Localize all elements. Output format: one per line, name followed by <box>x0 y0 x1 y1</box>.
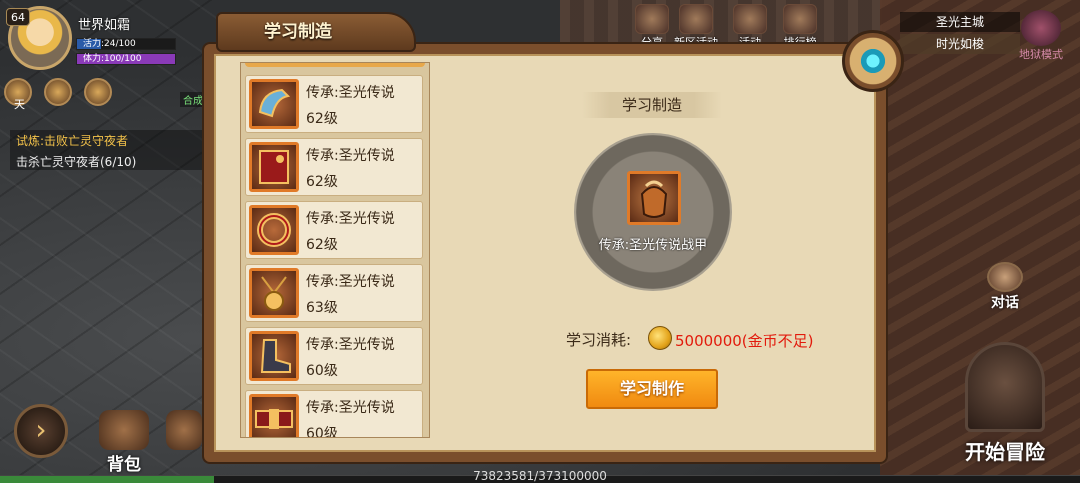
gate-icon <box>965 342 1045 432</box>
chevron-right-icon: › <box>35 413 47 446</box>
gem-icon[interactable] <box>84 78 112 106</box>
selected-item-name: 传承:圣光传说战甲 <box>598 238 708 253</box>
talk-label: 对话 <box>991 295 1019 311</box>
recipe-name: 传承:圣光传说 <box>306 337 395 353</box>
recipe-level: 60级 <box>306 363 338 379</box>
secondary-menu-button[interactable] <box>166 410 206 474</box>
vitality-text: 活力:24/100 <box>83 39 136 49</box>
quest-title: 试炼:击败亡灵守夜者 <box>16 134 129 148</box>
location-panel[interactable]: 圣光主城 时光如梭 <box>900 12 1020 56</box>
start-adventure-button[interactable]: 开始冒险 <box>950 342 1060 472</box>
recipe-list[interactable]: 传承:圣光传说 62级 传承:圣光传说 62级 传承:圣光传说 62级 传承:圣… <box>240 62 430 438</box>
detail-title: 学习制造 <box>582 92 722 118</box>
recipe-item[interactable]: 传承:圣光传说 62级 <box>245 201 423 259</box>
spellbook-icon <box>249 142 299 192</box>
hell-mode-button[interactable]: 地狱模式 <box>1012 10 1070 68</box>
share-icon <box>635 4 669 34</box>
location-sub: 时光如梭 <box>900 34 1020 54</box>
recipe-item[interactable]: 传承:圣光传说 62级 <box>245 138 423 196</box>
player-name: 世界如霜 <box>78 18 131 33</box>
recipe-item[interactable]: 传承:圣光传说 60级 <box>245 390 423 438</box>
activity-icon <box>733 4 767 34</box>
hud-tag: 天 <box>14 98 25 111</box>
recipe-name: 传承:圣光传说 <box>306 274 395 290</box>
recipe-item[interactable]: 传承:圣光传说 63级 <box>245 264 423 322</box>
player-level-badge: 64 <box>6 8 30 26</box>
recipe-level: 62级 <box>306 111 338 127</box>
recipe-level: 63级 <box>306 300 338 316</box>
recipe-level: 62级 <box>306 174 338 190</box>
ring-icon <box>249 205 299 255</box>
learn-craft-button[interactable]: 学习制作 <box>586 369 718 409</box>
recipe-name: 传承:圣光传说 <box>306 148 395 164</box>
vitality-bar: 活力:24/100 <box>76 38 176 50</box>
speech-bubble-icon <box>987 262 1023 292</box>
stamina-bar: 体力:100/100 <box>76 53 176 65</box>
start-adventure-label: 开始冒险 <box>965 440 1045 464</box>
recipe-name: 传承:圣光传说 <box>306 400 395 416</box>
boots-icon <box>249 331 299 381</box>
close-orb-button[interactable] <box>842 30 904 92</box>
cost-label: 学习消耗: <box>566 331 632 349</box>
city-name: 圣光主城 <box>900 12 1020 32</box>
experience-text: 73823581/373100000 <box>473 469 607 483</box>
roof-top <box>560 0 890 45</box>
recipe-item[interactable]: 传承:圣光传说 62级 <box>245 75 423 133</box>
list-scroll-top <box>245 63 425 67</box>
pet-icon[interactable] <box>44 78 72 106</box>
craft-tag: 合成 <box>180 92 206 107</box>
menu-item-icon <box>166 410 202 450</box>
cost-value: 5000000(金币不足) <box>675 332 814 350</box>
stamina-text: 体力:100/100 <box>83 54 142 64</box>
belt-icon <box>249 394 299 437</box>
recipe-item[interactable]: 传承:圣光传说 60级 <box>245 327 423 385</box>
backpack-icon <box>99 410 149 450</box>
armor-icon <box>627 171 681 225</box>
recipe-name: 传承:圣光传说 <box>306 211 395 227</box>
quest-progress: 击杀亡灵守夜者(6/10) <box>16 155 137 169</box>
demon-icon <box>1021 10 1061 46</box>
necklace-icon <box>249 268 299 318</box>
helmet-icon <box>249 79 299 129</box>
hell-mode-label: 地狱模式 <box>1019 48 1063 61</box>
quest-tracker[interactable]: 试炼:击败亡灵守夜者 击杀亡灵守夜者(6/10) <box>10 130 210 170</box>
leaderboard-icon <box>783 4 817 34</box>
bag-button[interactable]: 背包 <box>94 410 154 475</box>
recipe-level: 60级 <box>306 426 338 438</box>
event-chest-icon <box>679 4 713 34</box>
gold-coin-icon <box>648 326 672 350</box>
expand-menu-button[interactable]: › <box>14 404 68 458</box>
recipe-level: 62级 <box>306 237 338 253</box>
talk-button[interactable]: 对话 <box>978 262 1032 322</box>
dialog-title: 学习制造 <box>216 12 416 52</box>
recipe-name: 传承:圣光传说 <box>306 85 395 101</box>
